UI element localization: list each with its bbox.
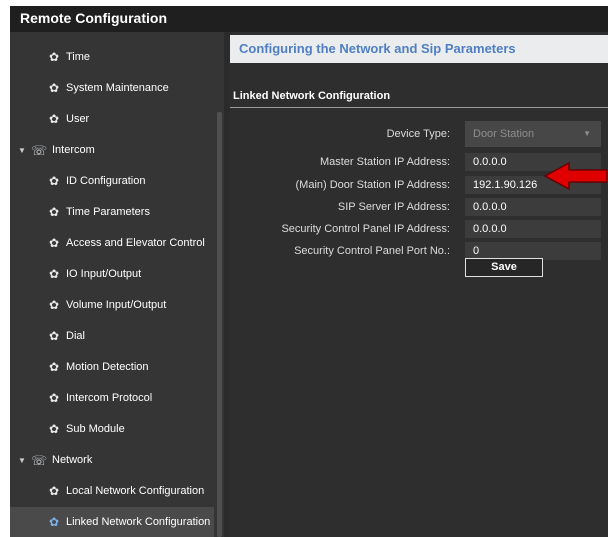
- gear-icon: ✿: [49, 391, 60, 405]
- security-panel-ip-input[interactable]: 0.0.0.0: [465, 220, 601, 238]
- gear-icon: ✿: [49, 515, 60, 529]
- sidebar-item-label: Access and Elevator Control: [66, 237, 205, 249]
- sidebar-item-label: ID Configuration: [66, 175, 146, 187]
- sidebar-item-label: Time: [66, 51, 91, 63]
- sidebar-item-local-network-configuration[interactable]: ✿ Local Network Configuration: [10, 476, 214, 507]
- sidebar-item-motion-detection[interactable]: ✿ Motion Detection: [10, 352, 214, 383]
- gear-icon: ✿: [49, 298, 60, 312]
- sip-server-ip-label: SIP Server IP Address:: [337, 201, 450, 213]
- gear-icon: ✿: [49, 112, 60, 126]
- sidebar-item-label: Motion Detection: [66, 361, 149, 373]
- device-type-select[interactable]: Door Station ▼: [465, 121, 601, 147]
- sidebar-item-access-elevator-control[interactable]: ✿ Access and Elevator Control: [10, 228, 214, 259]
- security-panel-ip-label: Security Control Panel IP Address:: [281, 223, 450, 235]
- sidebar-item-time-parameters[interactable]: ✿ Time Parameters: [10, 197, 214, 228]
- sidebar-item-sub-module[interactable]: ✿ Sub Module: [10, 414, 214, 445]
- sip-server-ip-input[interactable]: 0.0.0.0: [465, 198, 601, 216]
- sidebar-item-intercom-protocol[interactable]: ✿ Intercom Protocol: [10, 383, 214, 414]
- save-button[interactable]: Save: [465, 258, 543, 277]
- main-content: Configuring the Network and Sip Paramete…: [230, 32, 608, 537]
- sidebar-item-network[interactable]: ▼ ☏ Network: [10, 445, 214, 476]
- collapse-arrow-icon[interactable]: ▼: [18, 445, 26, 476]
- device-type-label: Device Type:: [386, 128, 450, 140]
- sidebar-item-system-maintenance[interactable]: ✿ System Maintenance: [10, 73, 214, 104]
- sidebar-tree: ✿ Time ✿ System Maintenance ✿ User ▼ ☏ I…: [10, 32, 224, 537]
- security-panel-port-label: Security Control Panel Port No.:: [294, 245, 450, 257]
- sidebar-item-label: Sub Module: [66, 423, 125, 435]
- gear-icon: ✿: [49, 484, 60, 498]
- sidebar-item-label: System Maintenance: [66, 82, 169, 94]
- sidebar-item-label: User: [66, 113, 90, 125]
- section-title: Linked Network Configuration: [233, 90, 391, 102]
- sidebar-item-label: Network: [52, 454, 93, 466]
- door-station-ip-label: (Main) Door Station IP Address:: [295, 179, 450, 191]
- remote-configuration-window: Remote Configuration ✿ Time ✿ System Mai…: [10, 6, 608, 537]
- gear-icon: ✿: [49, 205, 60, 219]
- gear-icon: ✿: [49, 81, 60, 95]
- chevron-down-icon: ▼: [583, 129, 591, 138]
- annotation-arrow-icon: [543, 161, 607, 191]
- sidebar-item-label: Dial: [66, 330, 85, 342]
- sidebar-item-label: IO Input/Output: [66, 268, 142, 280]
- sidebar-item-label: Time Parameters: [66, 206, 150, 218]
- gear-icon: ✿: [49, 236, 60, 250]
- sidebar-item-user[interactable]: ✿ User: [10, 104, 214, 135]
- sidebar-item-id-configuration[interactable]: ✿ ID Configuration: [10, 166, 214, 197]
- intercom-icon: ☏: [31, 143, 48, 158]
- sidebar-item-label: Intercom: [52, 144, 95, 156]
- sidebar-item-io-input-output[interactable]: ✿ IO Input/Output: [10, 259, 214, 290]
- gear-icon: ✿: [49, 174, 60, 188]
- collapse-arrow-icon[interactable]: ▼: [18, 135, 26, 166]
- master-station-ip-label: Master Station IP Address:: [319, 156, 450, 168]
- sidebar-item-intercom[interactable]: ▼ ☏ Intercom: [10, 135, 214, 166]
- sidebar-item-label: Intercom Protocol: [66, 392, 153, 404]
- sidebar-item-time[interactable]: ✿ Time: [10, 42, 214, 73]
- sidebar-item-label: Linked Network Configuration: [66, 516, 211, 528]
- sidebar-item-label: Local Network Configuration: [66, 485, 205, 497]
- sidebar-item-volume-input-output[interactable]: ✿ Volume Input/Output: [10, 290, 214, 321]
- sidebar-scrollbar[interactable]: [217, 112, 222, 537]
- gear-icon: ✿: [49, 422, 60, 436]
- gear-icon: ✿: [49, 360, 60, 374]
- sidebar-item-label: Volume Input/Output: [66, 299, 167, 311]
- network-icon: ☏: [31, 453, 48, 468]
- sidebar-item-linked-network-configuration[interactable]: ✿ Linked Network Configuration: [10, 507, 214, 537]
- device-type-value: Door Station: [473, 128, 535, 140]
- page-title: Configuring the Network and Sip Paramete…: [230, 35, 608, 63]
- section-divider: [230, 107, 608, 108]
- window-title: Remote Configuration: [10, 6, 608, 32]
- sidebar-item-dial[interactable]: ✿ Dial: [10, 321, 214, 352]
- gear-icon: ✿: [49, 329, 60, 343]
- gear-icon: ✿: [49, 50, 60, 64]
- gear-icon: ✿: [49, 267, 60, 281]
